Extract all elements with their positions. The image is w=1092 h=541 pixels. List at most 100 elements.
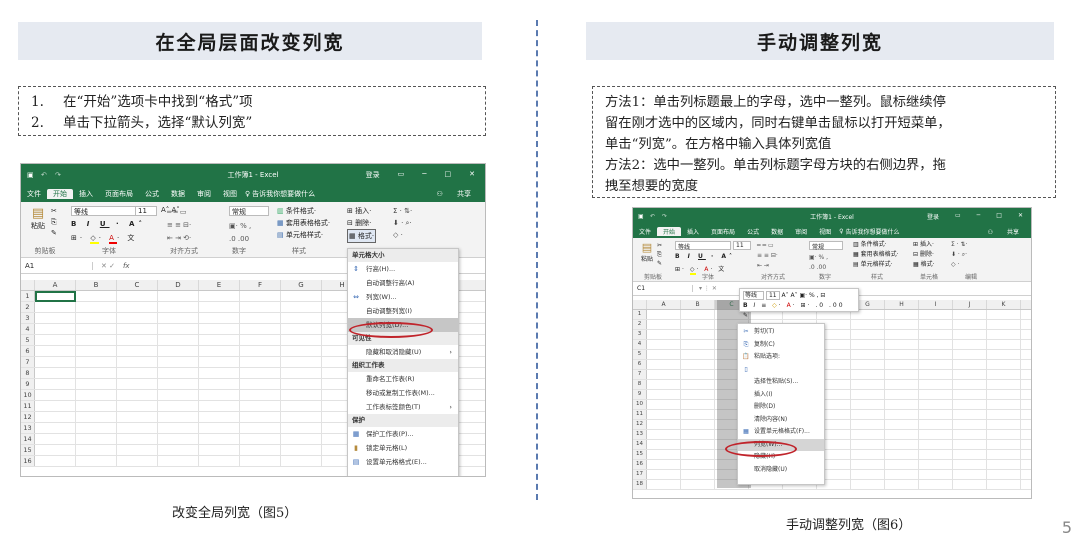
mini-font-name[interactable]: 等线 [743,291,765,300]
grid-cell[interactable] [117,401,158,411]
table-format-button[interactable]: ▦ 套用表格格式· [853,250,899,260]
menu-item[interactable]: ✂ 剪切(T) [738,326,824,339]
row-header-3[interactable]: 3 [21,313,35,323]
grid-cell[interactable] [919,440,953,449]
row-header-16[interactable]: 16 [633,460,647,469]
grid-cell[interactable] [35,434,76,444]
menu-item[interactable]: 移动或复制工作表(M)... [348,386,458,400]
grid-cell[interactable] [199,324,240,334]
row-header-18[interactable]: 18 [633,480,647,489]
grid-cell[interactable] [240,401,281,411]
grid-cell[interactable] [35,357,76,367]
row-header-14[interactable]: 14 [633,440,647,449]
grid-cell[interactable] [987,390,1021,399]
grid-cell[interactable] [117,434,158,444]
insert-cells-button[interactable]: ⊞ 插入· [913,240,935,250]
grid-cell[interactable] [117,335,158,345]
grid-cell[interactable] [681,400,715,409]
tab-review[interactable]: 审阅 [789,227,813,236]
tab-formulas[interactable]: 公式 [741,227,765,236]
name-box[interactable]: C1 [633,285,693,292]
grid-cell[interactable] [199,423,240,433]
grid-cell[interactable] [647,480,681,489]
grid-cell[interactable] [987,470,1021,479]
grid-cell[interactable] [953,480,987,489]
grid-cell[interactable] [681,340,715,349]
grid-cell[interactable] [885,380,919,389]
grid-cell[interactable] [281,357,322,367]
grid-cell[interactable] [158,324,199,334]
grid-cell[interactable] [851,400,885,409]
tab-home[interactable]: 开始 [657,227,682,236]
grid-cell[interactable] [987,430,1021,439]
row-header-15[interactable]: 15 [21,445,35,455]
grid-cell[interactable] [987,460,1021,469]
grid-cell[interactable] [987,310,1021,319]
grid-cell[interactable] [681,470,715,479]
grid-cell[interactable] [987,450,1021,459]
font-size-box[interactable]: 11 [733,241,751,250]
grid-cell[interactable] [919,320,953,329]
row-header-16[interactable]: 16 [21,456,35,466]
grid-cell[interactable] [987,400,1021,409]
grid-cell[interactable] [117,291,158,301]
grid-cell[interactable] [919,470,953,479]
grid-cell[interactable] [647,470,681,479]
number-icons[interactable]: ▣· % , .0 .00 [809,253,828,273]
grid-cell[interactable] [76,291,117,301]
grid-cell[interactable] [240,368,281,378]
grid-cell[interactable] [885,340,919,349]
grid-cell[interactable] [885,470,919,479]
grid-cell[interactable] [919,360,953,369]
grid-cell[interactable] [987,360,1021,369]
number-format-box[interactable]: 常规 [229,206,269,216]
format-cells-button[interactable]: ▦ 格式· [347,229,377,243]
grid-cell[interactable] [647,420,681,429]
grid-cell[interactable] [885,420,919,429]
grid-cell[interactable] [647,350,681,359]
column-header-b[interactable]: B [76,280,117,290]
grid-cell[interactable] [158,412,199,422]
grid-cell[interactable] [885,400,919,409]
row-header-4[interactable]: 4 [633,340,647,349]
grid-cell[interactable] [240,335,281,345]
grid-cell[interactable] [953,410,987,419]
tab-formulas[interactable]: 公式 [139,189,165,199]
grid-cell[interactable] [851,440,885,449]
grid-cell[interactable] [35,335,76,345]
row-header-15[interactable]: 15 [633,450,647,459]
grid-cell[interactable] [987,380,1021,389]
grid-cell[interactable] [117,445,158,455]
grid-cell[interactable] [919,410,953,419]
grid-cell[interactable] [158,434,199,444]
menu-item[interactable]: 插入(I) [738,389,824,402]
grid-cell[interactable] [953,330,987,339]
grid-cell[interactable] [953,340,987,349]
row-header-10[interactable]: 10 [633,400,647,409]
grid-cell[interactable] [953,390,987,399]
menu-item[interactable]: ⇔ 列宽(W)... [348,290,458,304]
border-fill-color[interactable]: ⊞· ◇· A· 文 [71,233,137,244]
menu-item[interactable]: 删除(D) [738,401,824,414]
grid-cell[interactable] [885,460,919,469]
delete-cells-button[interactable]: ⊟ 删除· [913,250,935,260]
grid-cell[interactable] [76,335,117,345]
grid-cell[interactable] [987,440,1021,449]
grid-cell[interactable] [199,291,240,301]
grid-cell[interactable] [851,460,885,469]
grid-cell[interactable] [851,360,885,369]
grid-cell[interactable] [76,423,117,433]
grid-cell[interactable] [76,346,117,356]
row-header-8[interactable]: 8 [21,368,35,378]
grid-cell[interactable] [953,400,987,409]
grid-cell[interactable] [76,379,117,389]
cut-icon[interactable]: ✂ [657,241,662,250]
grid-cell[interactable] [647,460,681,469]
grid-cell[interactable] [681,310,715,319]
grid-cell[interactable] [885,440,919,449]
row-header-9[interactable]: 9 [21,379,35,389]
row-header-4[interactable]: 4 [21,324,35,334]
grid-cell[interactable] [953,470,987,479]
tab-page-layout[interactable]: 页面布局 [705,227,741,236]
row-header-13[interactable]: 13 [21,423,35,433]
